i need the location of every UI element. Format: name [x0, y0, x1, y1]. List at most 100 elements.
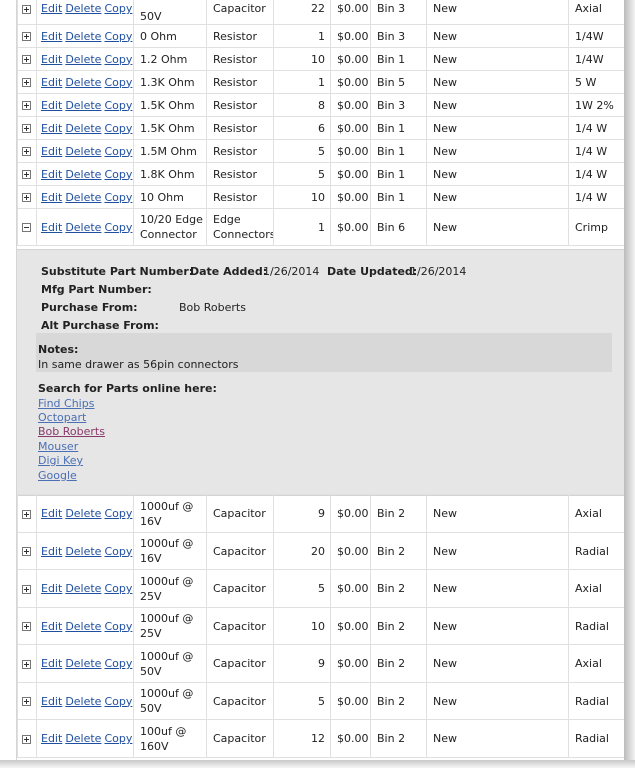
- price-cell: $0.00: [330, 532, 371, 570]
- copy-link[interactable]: Copy: [104, 732, 132, 745]
- condition-cell: New: [426, 494, 569, 533]
- edit-link[interactable]: Edit: [41, 2, 62, 15]
- edit-link[interactable]: Edit: [41, 545, 62, 558]
- edit-link[interactable]: Edit: [41, 145, 62, 158]
- edit-link[interactable]: Edit: [41, 122, 62, 135]
- edit-link[interactable]: Edit: [41, 30, 62, 43]
- bin-cell: Bin 5: [370, 70, 427, 94]
- expand-icon[interactable]: [22, 584, 31, 594]
- delete-link[interactable]: Delete: [65, 99, 101, 112]
- expand-icon[interactable]: [22, 659, 31, 669]
- table-row: Edit Delete Copy 1000uf @ 50V Capacitor 5 …: [17, 682, 625, 720]
- collapse-icon[interactable]: [22, 223, 31, 232]
- edit-link[interactable]: Edit: [41, 507, 62, 520]
- copy-link[interactable]: Copy: [104, 545, 132, 558]
- table-row: Edit Delete Copy 10 Ohm Resistor 10 $0.00 …: [17, 185, 625, 209]
- copy-link[interactable]: Copy: [104, 582, 132, 595]
- price-cell: $0.00: [330, 47, 371, 71]
- edit-link[interactable]: Edit: [41, 657, 62, 670]
- edit-link[interactable]: Edit: [41, 732, 62, 745]
- expand-icon[interactable]: [22, 147, 31, 156]
- note-cell: 1/4W: [568, 24, 625, 48]
- edit-link[interactable]: Edit: [41, 221, 62, 234]
- expand-icon[interactable]: [22, 170, 31, 179]
- expand-icon[interactable]: [22, 193, 31, 202]
- delete-link[interactable]: Delete: [65, 168, 101, 181]
- expand-icon[interactable]: [22, 55, 31, 64]
- copy-link[interactable]: Copy: [104, 145, 132, 158]
- delete-link[interactable]: Delete: [65, 122, 101, 135]
- note-cell: 1/4W: [568, 47, 625, 71]
- condition-cell: New: [426, 532, 569, 570]
- delete-link[interactable]: Delete: [65, 507, 101, 520]
- delete-link[interactable]: Delete: [65, 30, 101, 43]
- delete-link[interactable]: Delete: [65, 582, 101, 595]
- delete-link[interactable]: Delete: [65, 76, 101, 89]
- expand-icon[interactable]: [22, 734, 31, 744]
- edit-link[interactable]: Edit: [41, 168, 62, 181]
- edit-link[interactable]: Edit: [41, 582, 62, 595]
- actions-cell: Edit Delete Copy: [36, 116, 134, 140]
- actions-cell: Edit Delete Copy: [36, 47, 134, 71]
- search-online-label: Search for Parts online here:: [38, 382, 217, 395]
- delete-link[interactable]: Delete: [65, 657, 101, 670]
- copy-link[interactable]: Copy: [104, 620, 132, 633]
- expand-icon[interactable]: [22, 101, 31, 110]
- find-chips-link[interactable]: Find Chips: [38, 397, 94, 410]
- bin-cell: Bin 1: [370, 116, 427, 140]
- expand-icon[interactable]: [22, 4, 31, 14]
- copy-link[interactable]: Copy: [104, 507, 132, 520]
- delete-link[interactable]: Delete: [65, 545, 101, 558]
- edit-link[interactable]: Edit: [41, 99, 62, 112]
- note-cell: Axial: [568, 644, 625, 683]
- expand-icon[interactable]: [22, 547, 31, 556]
- copy-link[interactable]: Copy: [104, 168, 132, 181]
- copy-link[interactable]: Copy: [104, 30, 132, 43]
- google-link[interactable]: Google: [38, 469, 77, 482]
- copy-link[interactable]: Copy: [104, 122, 132, 135]
- copy-link[interactable]: Copy: [104, 53, 132, 66]
- expand-icon[interactable]: [22, 78, 31, 87]
- parts-grid-panel: Edit Delete Copy 50V Capacitor 22 $0.00 Bi…: [16, 0, 626, 760]
- edit-link[interactable]: Edit: [41, 76, 62, 89]
- edit-link[interactable]: Edit: [41, 620, 62, 633]
- edit-link[interactable]: Edit: [41, 695, 62, 708]
- delete-link[interactable]: Delete: [65, 145, 101, 158]
- copy-link[interactable]: Copy: [104, 695, 132, 708]
- copy-link[interactable]: Copy: [104, 2, 132, 15]
- delete-link[interactable]: Delete: [65, 695, 101, 708]
- delete-link[interactable]: Delete: [65, 191, 101, 204]
- edit-link[interactable]: Edit: [41, 53, 62, 66]
- type-cell: Resistor: [206, 116, 274, 140]
- expand-icon[interactable]: [22, 697, 31, 706]
- qty-cell: 5: [273, 162, 331, 186]
- copy-link[interactable]: Copy: [104, 191, 132, 204]
- table-row: Edit Delete Copy 1.8K Ohm Resistor 5 $0.00…: [17, 162, 625, 186]
- bob-roberts-link[interactable]: Bob Roberts: [38, 425, 105, 438]
- copy-link[interactable]: Copy: [104, 76, 132, 89]
- value-cell: 1.2 Ohm: [133, 47, 207, 71]
- expand-icon[interactable]: [22, 32, 31, 41]
- expand-icon[interactable]: [22, 622, 31, 631]
- mouser-link[interactable]: Mouser: [38, 440, 78, 453]
- expand-icon[interactable]: [22, 509, 31, 519]
- type-cell: Resistor: [206, 24, 274, 48]
- delete-link[interactable]: Delete: [65, 732, 101, 745]
- qty-cell: 10: [273, 47, 331, 71]
- octopart-link[interactable]: Octopart: [38, 411, 86, 424]
- edit-link[interactable]: Edit: [41, 191, 62, 204]
- delete-link[interactable]: Delete: [65, 221, 101, 234]
- bin-cell: Bin 1: [370, 47, 427, 71]
- actions-cell: Edit Delete Copy: [36, 644, 134, 683]
- row-detail-panel: Substitute Part Number: Date Added: 1/26…: [17, 249, 625, 496]
- delete-link[interactable]: Delete: [65, 2, 101, 15]
- expand-icon[interactable]: [22, 124, 31, 133]
- digi-key-link[interactable]: Digi Key: [38, 454, 83, 467]
- copy-link[interactable]: Copy: [104, 657, 132, 670]
- qty-cell: 5: [273, 682, 331, 720]
- delete-link[interactable]: Delete: [65, 620, 101, 633]
- copy-link[interactable]: Copy: [104, 221, 132, 234]
- delete-link[interactable]: Delete: [65, 53, 101, 66]
- copy-link[interactable]: Copy: [104, 99, 132, 112]
- condition-cell: New: [426, 719, 569, 758]
